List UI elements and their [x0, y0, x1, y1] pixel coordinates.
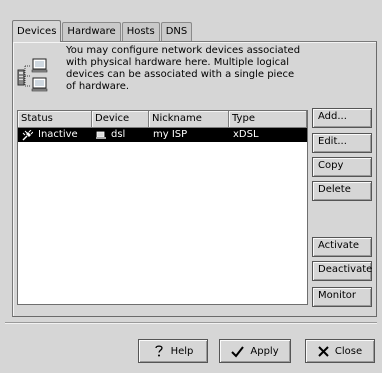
inactive-plug-icon	[22, 129, 33, 140]
monitor-button[interactable]: Monitor	[312, 287, 372, 307]
close-label: Close	[334, 345, 363, 357]
type-text: xDSL	[233, 129, 259, 140]
activate-button[interactable]: Activate	[312, 237, 372, 257]
dsl-device-icon	[96, 131, 106, 139]
table-header: Status Device Nickname Type	[18, 111, 307, 128]
deactivate-button[interactable]: Deactivate	[312, 261, 372, 281]
close-button[interactable]: Close	[305, 339, 375, 363]
status-text: Inactive	[38, 129, 78, 140]
apply-button[interactable]: Apply	[219, 339, 291, 363]
help-label: Help	[170, 345, 194, 357]
help-icon	[154, 345, 163, 357]
column-header-status[interactable]: Status	[18, 111, 92, 128]
column-header-nickname[interactable]: Nickname	[149, 111, 229, 128]
type-cell: xDSL	[229, 128, 307, 142]
tab-hosts[interactable]: Hosts	[121, 22, 160, 41]
description-text: You may configure network devices associ…	[66, 45, 301, 92]
add-button[interactable]: Add...	[312, 108, 372, 128]
network-devices-icon	[17, 58, 48, 92]
tab-hardware[interactable]: Hardware	[62, 22, 121, 41]
edit-button[interactable]: Edit...	[312, 133, 372, 153]
tab-bar: Devices Hardware Hosts DNS	[12, 20, 193, 42]
device-cell: dsl	[92, 128, 149, 142]
close-icon	[318, 345, 329, 357]
tab-dns[interactable]: DNS	[160, 22, 193, 41]
device-text: dsl	[111, 129, 126, 140]
devices-table[interactable]: Status Device Nickname Type Inactive dsl…	[17, 110, 308, 305]
tab-devices[interactable]: Devices	[12, 20, 62, 42]
checkmark-icon	[231, 345, 245, 358]
apply-label: Apply	[250, 345, 279, 357]
column-header-device[interactable]: Device	[92, 111, 149, 128]
separator	[5, 322, 377, 324]
column-header-type[interactable]: Type	[229, 111, 307, 128]
copy-button[interactable]: Copy	[312, 157, 372, 177]
help-button[interactable]: Help	[138, 339, 208, 363]
nickname-text: my ISP	[153, 129, 188, 140]
status-cell: Inactive	[18, 128, 92, 142]
table-row[interactable]: Inactive dsl my ISP xDSL	[18, 128, 307, 142]
delete-button[interactable]: Delete	[312, 181, 372, 201]
nickname-cell: my ISP	[149, 128, 229, 142]
